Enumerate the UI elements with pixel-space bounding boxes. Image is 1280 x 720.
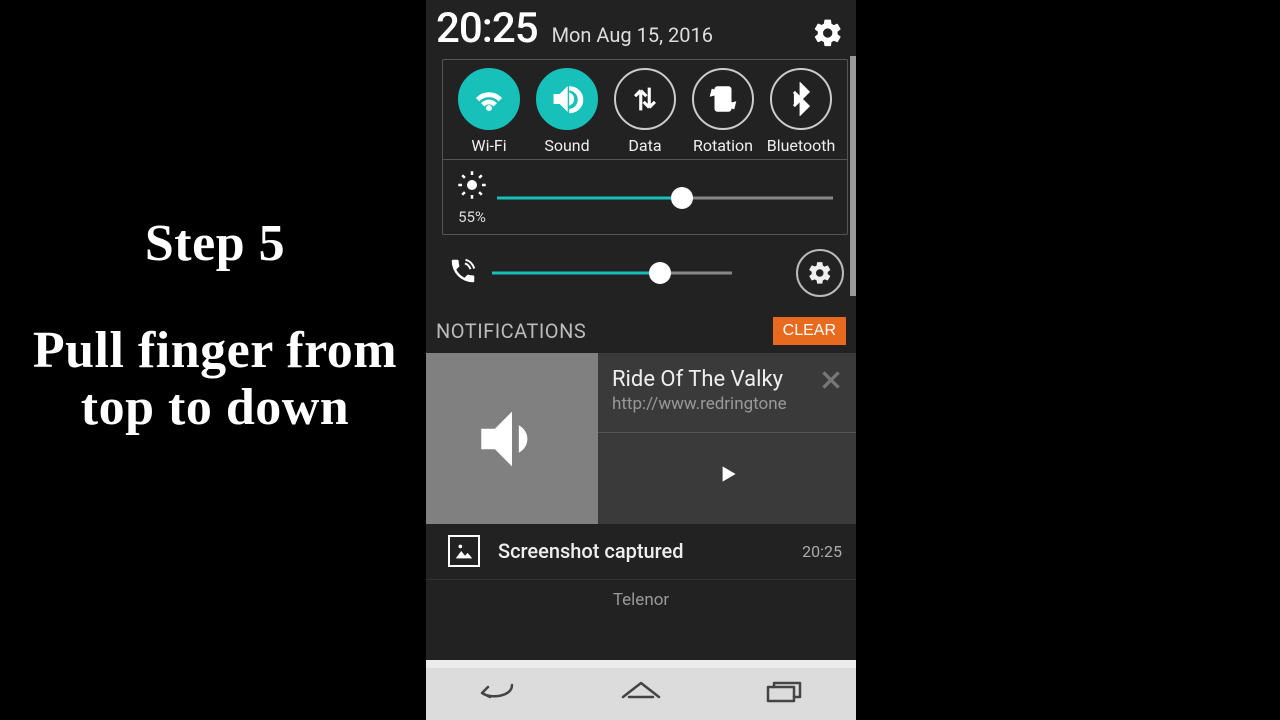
notifications-header: NOTIFICATIONS CLEAR: [426, 307, 856, 353]
phone-frame: 20:25 Mon Aug 15, 2016 Wi-Fi Sound Data Rot…: [426, 0, 856, 720]
brightness-slider[interactable]: [497, 186, 833, 210]
toggles-row: Wi-Fi Sound Data Rotation Bluetooth: [443, 60, 847, 159]
settings-icon[interactable]: [812, 17, 844, 49]
toggle-rotation[interactable]: Rotation: [685, 68, 761, 155]
media-notification[interactable]: Ride Of The Valky http://www.redringtone: [426, 353, 856, 525]
close-icon[interactable]: [818, 367, 844, 393]
toggle-label: Data: [628, 136, 661, 155]
screenshot-title: Screenshot captured: [498, 539, 784, 563]
toggle-label: Bluetooth: [767, 136, 836, 155]
notifications-title: NOTIFICATIONS: [436, 319, 586, 343]
toggle-label: Sound: [544, 136, 589, 155]
quick-settings-panel: Wi-Fi Sound Data Rotation Bluetooth 55%: [442, 59, 848, 235]
toggle-sound[interactable]: Sound: [529, 68, 605, 155]
scrollbar[interactable]: [850, 56, 856, 296]
clear-button[interactable]: CLEAR: [773, 317, 846, 345]
toggle-label: Rotation: [693, 136, 753, 155]
ringer-row: [426, 235, 856, 307]
media-title: Ride Of The Valky: [612, 367, 818, 392]
screenshot-time: 20:25: [802, 542, 842, 561]
brightness-row: 55%: [443, 159, 847, 234]
screenshot-notification[interactable]: Screenshot captured 20:25: [426, 525, 856, 573]
step-body: Pull finger from top to down: [20, 322, 410, 436]
navigation-bar: [426, 668, 856, 720]
toggle-label: Wi-Fi: [471, 136, 506, 155]
sound-settings-button[interactable]: [796, 249, 844, 297]
toggle-wi-fi[interactable]: Wi-Fi: [451, 68, 527, 155]
ringer-slider[interactable]: [492, 261, 732, 285]
play-button[interactable]: [612, 433, 844, 514]
toggle-bluetooth[interactable]: Bluetooth: [763, 68, 839, 155]
carrier-name: Telenor: [426, 579, 856, 614]
media-subtitle: http://www.redringtone: [612, 394, 818, 414]
back-button[interactable]: [470, 677, 526, 711]
toggle-data[interactable]: Data: [607, 68, 683, 155]
recent-apps-button[interactable]: [756, 677, 812, 711]
date: Mon Aug 15, 2016: [552, 23, 798, 53]
brightness-percent: 55%: [458, 208, 486, 226]
album-art-icon: [426, 353, 598, 524]
home-button[interactable]: [613, 677, 669, 711]
image-icon: [448, 535, 480, 567]
instruction-text: Step 5 Pull finger from top to down: [20, 215, 410, 437]
brightness-icon: [457, 170, 487, 204]
content-peek: [426, 660, 856, 668]
step-title: Step 5: [20, 215, 410, 272]
status-bar: 20:25 Mon Aug 15, 2016: [426, 0, 856, 53]
phone-volume-icon: [448, 256, 478, 290]
clock: 20:25: [436, 4, 538, 53]
